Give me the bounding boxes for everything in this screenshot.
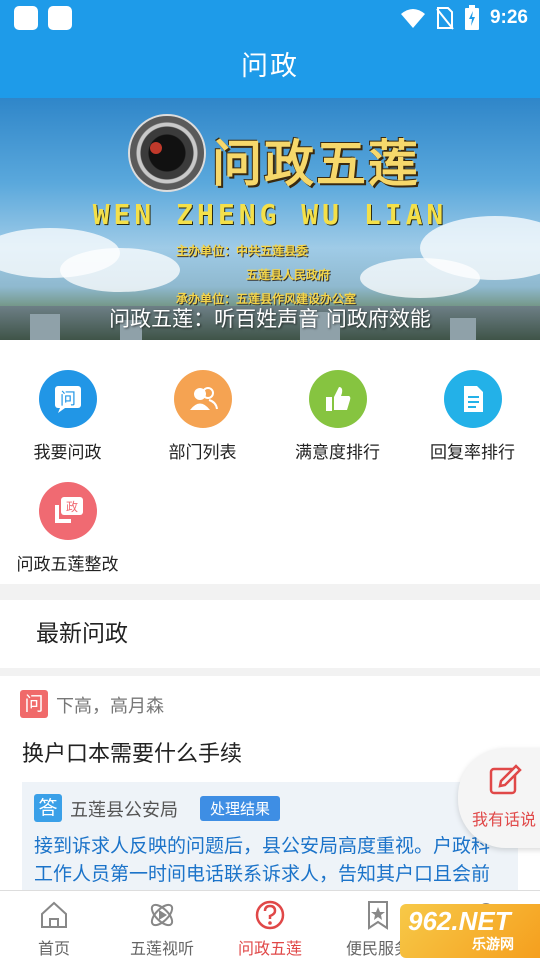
answer-text: 接到诉求人反映的问题后，县公安局高度重视。户政科工作人员第一时间电话联系诉求人，…	[34, 835, 491, 885]
speak-up-button[interactable]: 我有话说	[458, 748, 540, 848]
menu-ask[interactable]: 问 我要问政	[0, 370, 135, 463]
people-icon	[173, 370, 232, 428]
svg-text:政: 政	[65, 500, 77, 514]
question-author: 下高，高月森	[56, 696, 164, 717]
menu-satisfaction-ranking[interactable]: 满意度排行	[270, 370, 405, 463]
nav-home[interactable]: 首页	[0, 891, 108, 960]
nav-label: 首页	[37, 939, 70, 958]
menu-label: 回复率排行	[430, 443, 515, 463]
notification-icon	[14, 6, 38, 30]
banner-caption: 问政五莲：听百姓声音 问政府效能	[109, 307, 431, 331]
ask-icon: 问	[38, 370, 97, 428]
banner-english-title: WEN ZHENG WU LIAN	[92, 198, 448, 231]
cloud	[360, 258, 480, 298]
media-icon	[150, 903, 174, 927]
watermark-text: 962.NET	[408, 906, 511, 936]
clock: 9:26	[489, 7, 528, 28]
question-icon	[255, 900, 285, 930]
banner-logo-text: 问政五莲	[212, 134, 420, 193]
banner[interactable]: 问政五莲 WEN ZHENG WU LIAN 主办单位：中共五莲县委 五莲县人民…	[0, 98, 540, 340]
menu-label: 满意度排行	[295, 443, 380, 463]
answer-badge: 答	[34, 794, 62, 822]
service-icon	[368, 901, 388, 930]
nav-label: 问政五莲	[237, 939, 302, 958]
cloud	[60, 248, 180, 292]
sponsor-line: 主办单位：中共五莲县委	[176, 244, 309, 258]
watermark-subtext: 乐游网	[472, 937, 514, 953]
notification-icon	[48, 6, 72, 30]
nav-wenzheng[interactable]: 问政五莲	[216, 891, 324, 960]
status-badge: 处理结果	[200, 796, 281, 821]
rectify-icon: 政	[38, 482, 97, 540]
quick-menu: 问 我要问政 部门列表 满意度排行 回复率排行 政 问政五莲整改	[0, 340, 540, 584]
thumbs-up-icon	[308, 370, 367, 428]
speak-up-label: 我有话说	[472, 810, 537, 829]
menu-label: 部门列表	[168, 443, 237, 463]
notification-icons	[14, 6, 72, 30]
edit-icon	[489, 764, 522, 795]
site-watermark: 962.NET 乐游网	[400, 904, 540, 958]
sponsor-line: 五莲县人民政府	[246, 268, 331, 282]
answer-department: 五莲县公安局	[70, 800, 178, 821]
wifi-icon	[400, 9, 425, 28]
page-title: 问政	[241, 51, 299, 82]
status-bar: 9:26	[0, 0, 540, 36]
document-icon	[443, 370, 502, 428]
svg-text:问: 问	[59, 389, 75, 408]
battery-icon	[464, 5, 479, 30]
lens-highlight	[150, 142, 162, 154]
question-badge: 问	[20, 690, 48, 718]
menu-rectification[interactable]: 政 问政五莲整改	[0, 482, 135, 575]
menu-departments[interactable]: 部门列表	[135, 370, 270, 463]
camera-lens-logo	[128, 114, 206, 192]
menu-label: 我要问政	[33, 443, 102, 463]
home-icon	[41, 901, 67, 928]
title-bar: 问政	[0, 36, 540, 98]
nav-label: 五莲视听	[129, 939, 194, 958]
question-title[interactable]: 换户口本需要什么手续	[22, 736, 242, 768]
nav-media[interactable]: 五莲视听	[108, 891, 216, 960]
menu-label: 问政五莲整改	[16, 555, 119, 575]
answer-box: 答 五莲县公安局 处理结果 接到诉求人反映的问题后，县公安局高度重视。户政科工作…	[22, 782, 518, 890]
no-sim-icon	[436, 7, 454, 30]
section-title: 最新问政	[36, 621, 128, 647]
latest-section-header: 最新问政	[0, 600, 540, 668]
menu-reply-rate-ranking[interactable]: 回复率排行	[405, 370, 540, 463]
